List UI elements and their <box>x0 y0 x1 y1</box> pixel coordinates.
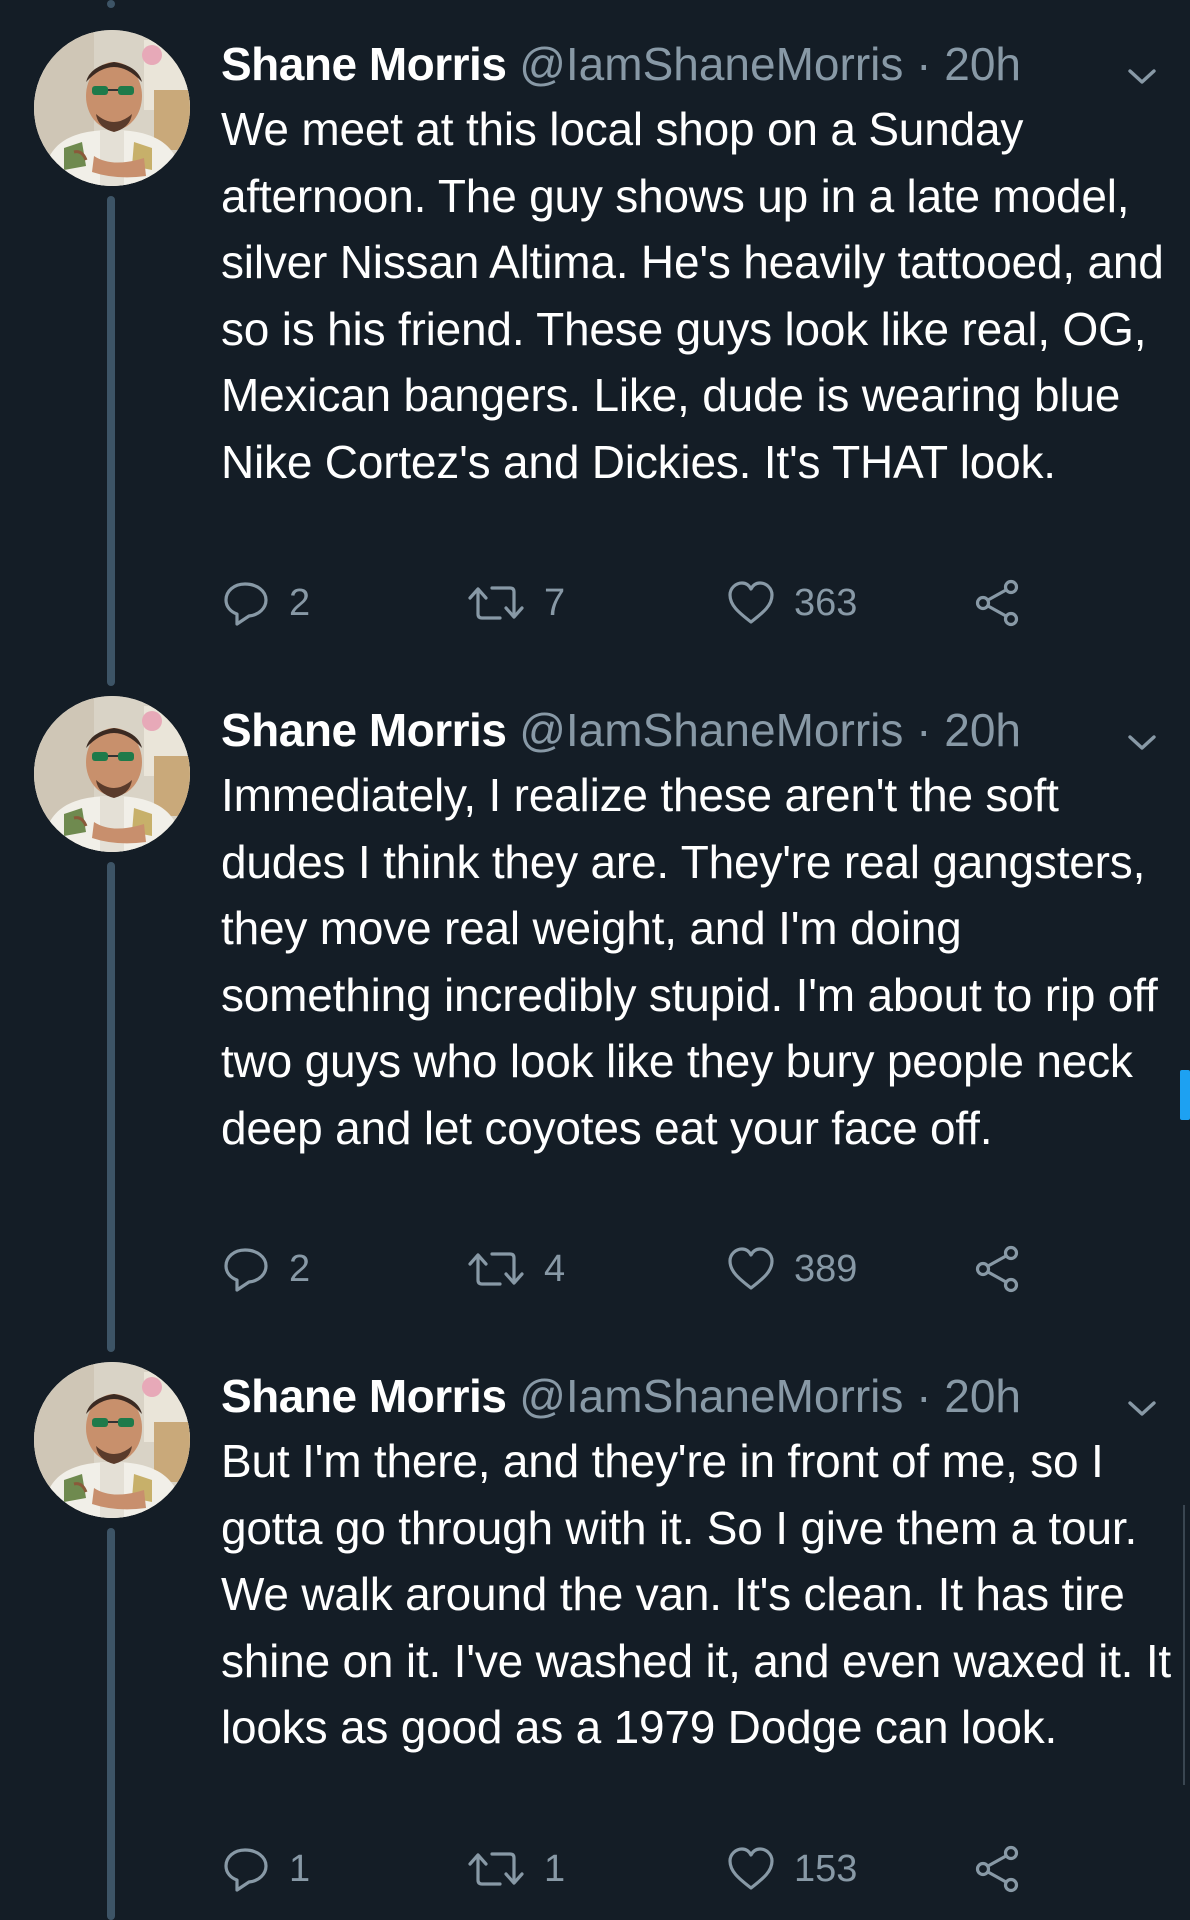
avatar[interactable] <box>34 30 190 186</box>
share-icon <box>973 1844 1023 1894</box>
tweet-thread: Shane Morris @IamShaneMorris · 20h We me… <box>0 0 1190 1920</box>
tweet-menu-button[interactable] <box>1125 64 1159 88</box>
profile-photo-icon <box>34 696 190 852</box>
share-button[interactable] <box>973 1244 1023 1294</box>
reply-icon <box>221 1844 271 1894</box>
tweet-menu-button[interactable] <box>1125 1396 1159 1420</box>
separator-dot: · <box>916 1370 932 1422</box>
avatar[interactable] <box>34 1362 190 1518</box>
reply-icon <box>221 1244 271 1294</box>
tweet-timestamp[interactable]: 20h <box>944 704 1021 756</box>
retweet-count: 4 <box>544 1247 566 1290</box>
retweet-button[interactable]: 7 <box>466 578 565 628</box>
share-icon <box>973 1244 1023 1294</box>
retweet-button[interactable]: 1 <box>466 1844 565 1894</box>
tweet-actions: 2 7 363 <box>221 578 1071 628</box>
separator-dot: · <box>916 38 932 90</box>
author-name[interactable]: Shane Morris <box>221 1370 507 1422</box>
tweet-header: Shane Morris @IamShaneMorris · 20h <box>221 1368 1121 1424</box>
tweet-header: Shane Morris @IamShaneMorris · 20h <box>221 702 1121 758</box>
heart-icon <box>726 578 776 628</box>
reply-count: 2 <box>289 581 311 624</box>
reply-button[interactable]: 2 <box>221 1244 310 1294</box>
reply-count: 2 <box>289 1247 311 1290</box>
author-handle[interactable]: @IamShaneMorris <box>519 704 903 756</box>
chevron-down-icon <box>1125 730 1159 754</box>
retweet-count: 1 <box>544 1847 566 1890</box>
thread-connector-line <box>107 0 115 8</box>
share-icon <box>973 578 1023 628</box>
like-button[interactable]: 153 <box>726 1844 857 1894</box>
retweet-count: 7 <box>544 581 566 624</box>
chevron-down-icon <box>1125 1396 1159 1420</box>
like-button[interactable]: 363 <box>726 578 857 628</box>
heart-icon <box>726 1244 776 1294</box>
thread-connector-line <box>107 862 115 1352</box>
separator-dot: · <box>916 704 932 756</box>
tweet-text: Immediately, I realize these aren't the … <box>221 769 1158 1154</box>
retweet-icon <box>466 578 526 628</box>
reply-icon <box>221 578 271 628</box>
reply-button[interactable]: 2 <box>221 578 310 628</box>
tweet-actions: 2 4 389 <box>221 1244 1071 1294</box>
share-button[interactable] <box>973 578 1023 628</box>
reply-button[interactable]: 1 <box>221 1844 310 1894</box>
tweet-text: But I'm there, and they're in front of m… <box>221 1435 1172 1753</box>
author-name[interactable]: Shane Morris <box>221 38 507 90</box>
author-handle[interactable]: @IamShaneMorris <box>519 1370 903 1422</box>
tweet-menu-button[interactable] <box>1125 730 1159 754</box>
edge-divider <box>1183 1505 1185 1785</box>
like-count: 389 <box>794 1247 858 1290</box>
author-name[interactable]: Shane Morris <box>221 704 507 756</box>
tweet-timestamp[interactable]: 20h <box>944 38 1021 90</box>
scroll-indicator[interactable] <box>1180 1070 1190 1120</box>
chevron-down-icon <box>1125 64 1159 88</box>
share-button[interactable] <box>973 1844 1023 1894</box>
tweet-header: Shane Morris @IamShaneMorris · 20h <box>221 36 1121 92</box>
profile-photo-icon <box>34 30 190 186</box>
like-count: 153 <box>794 1847 858 1890</box>
heart-icon <box>726 1844 776 1894</box>
like-button[interactable]: 389 <box>726 1244 857 1294</box>
retweet-icon <box>466 1244 526 1294</box>
thread-connector-line <box>107 1528 115 1920</box>
tweet-actions: 1 1 153 <box>221 1844 1071 1894</box>
tweet-timestamp[interactable]: 20h <box>944 1370 1021 1422</box>
tweet-text: We meet at this local shop on a Sunday a… <box>221 103 1164 488</box>
reply-count: 1 <box>289 1847 311 1890</box>
avatar[interactable] <box>34 696 190 852</box>
like-count: 363 <box>794 581 858 624</box>
retweet-icon <box>466 1844 526 1894</box>
author-handle[interactable]: @IamShaneMorris <box>519 38 903 90</box>
retweet-button[interactable]: 4 <box>466 1244 565 1294</box>
profile-photo-icon <box>34 1362 190 1518</box>
thread-connector-line <box>107 196 115 686</box>
